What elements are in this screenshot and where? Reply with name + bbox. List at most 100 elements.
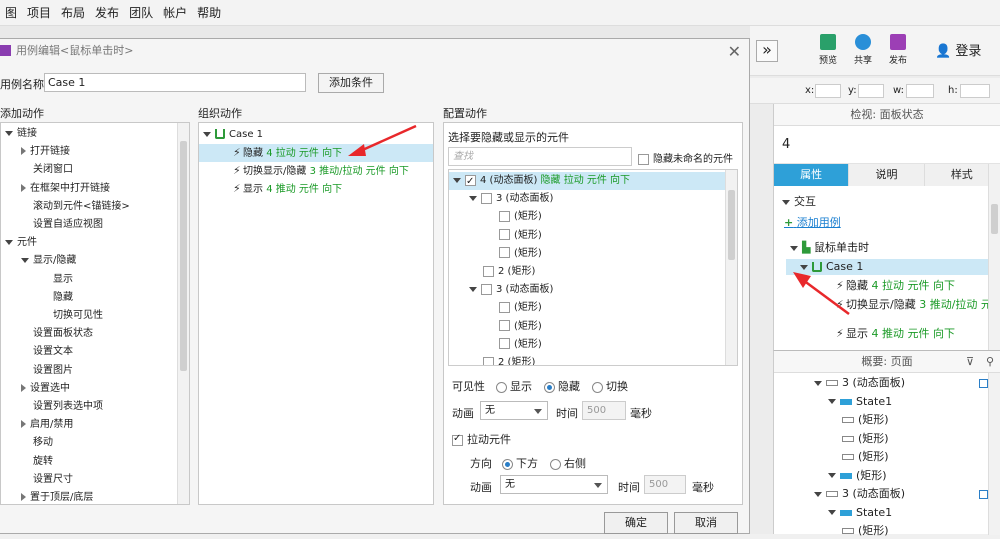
checkbox[interactable] (499, 210, 510, 222)
visibility-box-icon[interactable] (979, 379, 988, 388)
checkbox[interactable] (499, 338, 510, 350)
widget-tree-item[interactable]: (矩形) (449, 318, 725, 336)
widget-tree-item[interactable]: (矩形) (449, 299, 725, 317)
visibility-hide-radio[interactable]: 隐藏 (544, 378, 580, 394)
action-tree-item[interactable]: 在框架中打开链接 (21, 180, 110, 198)
outline-item[interactable]: State1 (828, 394, 892, 410)
w-field[interactable] (906, 84, 934, 98)
widget-tree-item[interactable]: (矩形) (449, 227, 725, 245)
checkbox[interactable] (499, 229, 510, 241)
login-button[interactable]: 👤 登录 (935, 40, 981, 59)
x-field[interactable] (815, 84, 841, 98)
outline-item[interactable]: (矩形) (842, 431, 889, 447)
organize-action-row[interactable]: ⚡ 切换显示/隐藏 3 推动/拉动 元件 向下 (199, 162, 433, 180)
outline-item[interactable]: (矩形) (828, 468, 887, 484)
organize-action-row[interactable]: ⚡ 显示 4 推动 元件 向下 (199, 180, 433, 198)
hide-unnamed-checkbox[interactable]: 隐藏未命名的元件 (638, 150, 733, 165)
widget-tree-item[interactable]: 2 (矩形) (449, 263, 725, 281)
checkbox[interactable] (452, 433, 463, 446)
widget-tree-scrollbar[interactable] (725, 170, 737, 365)
visibility-show-radio[interactable]: 显示 (496, 378, 532, 394)
action-tree-item[interactable]: 设置自适应视图 (21, 216, 103, 234)
time2-input[interactable]: 500 (644, 475, 686, 494)
radio[interactable] (550, 458, 561, 470)
ok-button[interactable]: 确定 (604, 512, 668, 534)
time-input[interactable]: 500 (582, 401, 626, 420)
checkbox[interactable] (499, 301, 510, 313)
action-tree-item[interactable]: 移动 (21, 434, 53, 452)
scroll-thumb[interactable] (728, 190, 735, 260)
checkbox[interactable] (481, 283, 492, 295)
widget-tree-item[interactable]: (矩形) (449, 208, 725, 226)
action-tree-item[interactable]: 打开链接 (21, 143, 70, 161)
y-field[interactable] (858, 84, 884, 98)
action-tree-item[interactable]: 滚动到元件<锚链接> (21, 198, 130, 216)
inspector-action-row[interactable]: ⚡切换显示/隐藏 3 推动/拉动 元件 向下 (836, 297, 1000, 313)
action-tree-item[interactable]: 显示/隐藏 (21, 252, 76, 270)
preview-button[interactable]: 预览 (813, 34, 843, 66)
outline-item[interactable]: State1 (828, 505, 892, 521)
checkbox[interactable] (638, 153, 649, 165)
action-tree-item[interactable]: 显示 (37, 271, 73, 289)
action-tree-item[interactable]: 设置尺寸 (21, 471, 73, 489)
widget-tree-item[interactable]: 3 (动态面板) (449, 281, 725, 299)
outline-item[interactable]: 3 (动态面板) (814, 486, 905, 502)
close-icon[interactable]: ✕ (728, 42, 741, 61)
filter-icon[interactable]: ⊽ (966, 351, 974, 373)
tab-properties[interactable]: 属性 (774, 164, 850, 186)
widget-name-field[interactable]: 4 (774, 126, 1000, 164)
outline-item[interactable]: (矩形) (842, 412, 889, 428)
add-condition-button[interactable]: 添加条件 (318, 73, 384, 93)
visibility-box-icon[interactable] (979, 490, 988, 499)
widget-tree-item[interactable]: (矩形) (449, 336, 725, 354)
inspector-action-row[interactable]: ⚡ 显示 4 推动 元件 向下 (836, 326, 955, 342)
publish-button[interactable]: 发布 (883, 34, 913, 66)
menu-item[interactable]: 图 (5, 4, 17, 21)
action-tree-item[interactable]: 设置图片 (21, 362, 73, 380)
checkbox[interactable] (483, 356, 494, 365)
widget-tree-item[interactable]: 3 (动态面板) (449, 190, 725, 208)
action-tree-item[interactable]: 设置面板状态 (21, 325, 93, 343)
animation-select[interactable]: 无 (480, 401, 548, 420)
radio[interactable] (592, 381, 603, 393)
action-tree-item[interactable]: 启用/禁用 (21, 416, 73, 434)
menu-item[interactable]: 帐户 (163, 4, 187, 21)
animation2-select[interactable]: 无 (500, 475, 608, 494)
menu-item[interactable]: 发布 (95, 4, 119, 21)
action-tree-item[interactable]: 元件 (5, 234, 37, 252)
checkbox[interactable] (483, 265, 494, 277)
checkbox[interactable] (481, 192, 492, 204)
outline-item[interactable]: (矩形) (842, 523, 889, 539)
radio[interactable] (502, 458, 513, 470)
outline-scrollbar[interactable] (988, 373, 1000, 535)
outline-item[interactable]: 3 (动态面板) (814, 375, 905, 391)
cancel-button[interactable]: 取消 (674, 512, 738, 534)
direction-right-radio[interactable]: 右侧 (550, 455, 586, 471)
organize-case-row[interactable]: Case 1 (203, 126, 263, 144)
menu-item[interactable]: 项目 (27, 4, 51, 21)
menu-item[interactable]: 帮助 (197, 4, 221, 21)
event-onclick[interactable]: ▙ 鼠标单击时 (790, 240, 869, 256)
share-button[interactable]: 共享 (848, 34, 878, 66)
action-tree-item[interactable]: 设置文本 (21, 343, 73, 361)
scroll-thumb[interactable] (991, 204, 998, 234)
scroll-thumb[interactable] (180, 141, 187, 371)
inspector-scrollbar[interactable] (988, 164, 1000, 350)
widget-tree-item[interactable]: (矩形) (449, 245, 725, 263)
tab-notes[interactable]: 说明 (849, 164, 925, 186)
action-tree-item[interactable]: 关闭窗口 (21, 161, 73, 179)
h-field[interactable] (960, 84, 990, 98)
radio[interactable] (496, 381, 507, 393)
collapse-panel-button[interactable]: » (756, 40, 778, 62)
add-case-link[interactable]: + 添加用例 (784, 215, 841, 231)
direction-down-radio[interactable]: 下方 (502, 455, 538, 471)
action-tree-item[interactable]: 置于顶层/底层 (21, 489, 93, 507)
interaction-section[interactable]: 交互 (782, 194, 816, 210)
action-tree-item[interactable]: 设置列表选中项 (21, 398, 103, 416)
action-tree-item[interactable]: 设置选中 (21, 380, 70, 398)
menu-item[interactable]: 布局 (61, 4, 85, 21)
widget-tree-item[interactable]: 4 (动态面板) 隐藏 拉动 元件 向下 (449, 172, 725, 191)
widget-tree-item[interactable]: 2 (矩形) (449, 354, 725, 365)
outline-item[interactable]: (矩形) (842, 449, 889, 465)
add-actions-scrollbar[interactable] (177, 123, 189, 504)
